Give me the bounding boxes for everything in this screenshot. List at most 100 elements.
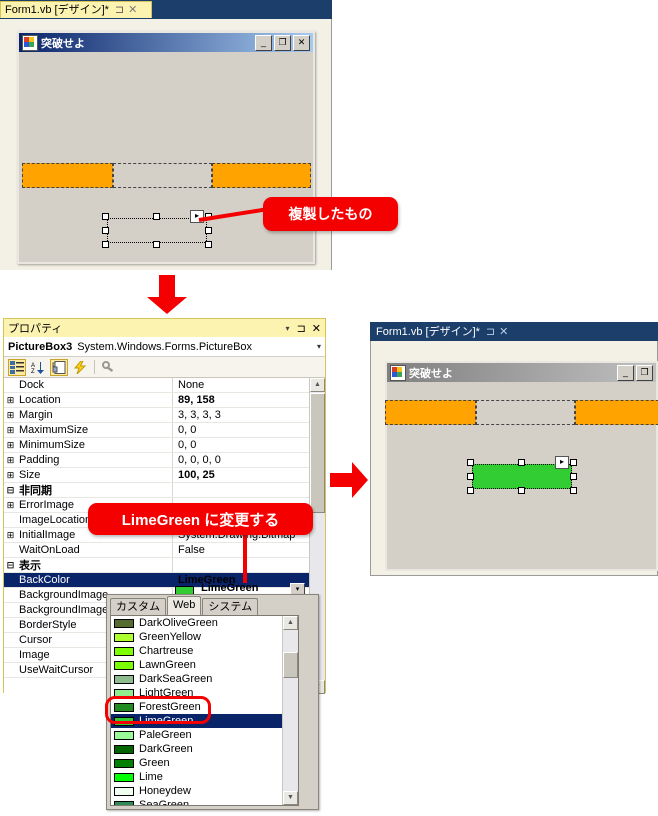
orange-bar-right[interactable]	[575, 400, 658, 425]
property-row[interactable]: Dock None	[4, 378, 309, 393]
orange-bar-left[interactable]	[22, 163, 113, 188]
expander-icon[interactable]: ⊟	[4, 485, 17, 496]
handle-s[interactable]	[153, 241, 160, 248]
handle-se[interactable]	[205, 241, 212, 248]
alphabetical-sort-button[interactable]: AZ	[29, 359, 47, 376]
close-icon[interactable]: ✕	[128, 4, 137, 16]
right-document-tab[interactable]: Form1.vb [デザイン]* ⊐ ✕	[371, 323, 511, 340]
pin-icon[interactable]: ⊐	[297, 322, 306, 335]
color-list-item[interactable]: PaleGreen	[111, 728, 282, 742]
property-value[interactable]: 0, 0	[174, 439, 309, 451]
events-button[interactable]	[71, 359, 89, 376]
expander-icon[interactable]: ⊞	[4, 530, 17, 541]
maximize-button[interactable]: ❐	[636, 364, 653, 381]
expander-icon[interactable]: ⊞	[4, 440, 17, 451]
expander-icon[interactable]: ⊟	[4, 560, 17, 571]
properties-button[interactable]	[50, 358, 68, 376]
selected-picturebox-green[interactable]: ▸	[467, 456, 577, 494]
smart-tag-glyph[interactable]: ▸	[555, 456, 569, 469]
property-row[interactable]: ⊞ Size 100, 25	[4, 468, 309, 483]
property-row[interactable]: ⊟ 非同期	[4, 483, 309, 498]
color-list-item[interactable]: Chartreuse	[111, 644, 282, 658]
scrollbar-thumb[interactable]	[310, 393, 325, 513]
close-button[interactable]: ✕	[293, 34, 310, 51]
color-list-items[interactable]: DarkOliveGreen GreenYellow Chartreuse LawnG…	[111, 616, 282, 805]
expander-icon[interactable]: ⊞	[4, 455, 17, 466]
handle-nw[interactable]	[467, 459, 474, 466]
pin-icon[interactable]: ⊐	[486, 326, 495, 338]
handle-sw[interactable]	[467, 487, 474, 494]
handle-n[interactable]	[518, 459, 525, 466]
property-value[interactable]: 0, 0	[174, 424, 309, 436]
property-value[interactable]: 89, 158	[174, 394, 309, 406]
right-winform-canvas[interactable]: ▸	[385, 382, 658, 569]
color-list-item[interactable]: Honeydew	[111, 784, 282, 798]
handle-nw[interactable]	[102, 213, 109, 220]
property-row[interactable]: ⊞ Padding 0, 0, 0, 0	[4, 453, 309, 468]
expander-icon[interactable]: ⊞	[4, 410, 17, 421]
expander-icon[interactable]: ⊞	[4, 425, 17, 436]
color-list-item[interactable]: Lime	[111, 770, 282, 784]
scroll-up-arrow[interactable]: ▲	[310, 378, 325, 392]
handle-se[interactable]	[570, 487, 577, 494]
handle-sw[interactable]	[102, 241, 109, 248]
color-tab-1[interactable]: カスタム	[110, 598, 166, 615]
color-tab-3[interactable]: システム	[202, 598, 259, 615]
color-list-item[interactable]: Green	[111, 756, 282, 770]
expander-icon[interactable]: ⊞	[4, 500, 17, 511]
property-row[interactable]: ⊟ 表示	[4, 558, 309, 573]
expander-icon[interactable]: ⊞	[4, 395, 17, 406]
object-selector-chevron-down-icon[interactable]: ▾	[317, 342, 321, 351]
orange-bar-left[interactable]	[385, 400, 476, 425]
top-document-tab[interactable]: Form1.vb [デザイン]* ⊐ ✕	[0, 1, 152, 18]
expander-icon[interactable]: ⊞	[4, 470, 17, 481]
property-row[interactable]: WaitOnLoad False	[4, 543, 309, 558]
color-list-item[interactable]: ForestGreen	[111, 700, 282, 714]
color-list-item[interactable]: LightGreen	[111, 686, 282, 700]
property-row[interactable]: ⊞ MinimumSize 0, 0	[4, 438, 309, 453]
gray-bar-middle[interactable]	[476, 400, 575, 425]
pin-icon[interactable]: ⊐	[115, 4, 124, 16]
handle-e[interactable]	[570, 473, 577, 480]
categorized-button[interactable]	[8, 358, 26, 376]
handle-ne[interactable]	[570, 459, 577, 466]
color-list[interactable]: DarkOliveGreen GreenYellow Chartreuse LawnG…	[110, 615, 299, 806]
minimize-button[interactable]: _	[255, 34, 272, 51]
color-list-item[interactable]: LawnGreen	[111, 658, 282, 672]
properties-object-selector[interactable]: PictureBox3 System.Windows.Forms.Picture…	[4, 337, 325, 357]
properties-toolbar[interactable]: AZ	[4, 357, 325, 378]
color-list-item[interactable]: DarkSeaGreen	[111, 672, 282, 686]
selected-picturebox-empty[interactable]: ▸	[102, 210, 212, 248]
maximize-button[interactable]: ❐	[274, 34, 291, 51]
color-tab-2[interactable]: Web	[167, 596, 202, 615]
property-value[interactable]: 100, 25	[174, 469, 309, 481]
color-picker-tabs[interactable]: カスタム Web システム	[107, 595, 318, 615]
scrollbar-thumb[interactable]	[283, 652, 298, 678]
property-value[interactable]: None	[174, 379, 309, 391]
property-row[interactable]: ⊞ MaximumSize 0, 0	[4, 423, 309, 438]
right-winform-window[interactable]: 突破せよ _ ❐ ▸	[385, 361, 658, 571]
chevron-down-icon[interactable]: ▾	[286, 324, 290, 333]
color-list-item[interactable]: GreenYellow	[111, 630, 282, 644]
color-list-item[interactable]: LimeGreen	[111, 714, 282, 728]
handle-e[interactable]	[205, 227, 212, 234]
close-icon[interactable]: ✕	[312, 322, 321, 335]
property-value[interactable]: 3, 3, 3, 3	[174, 409, 309, 421]
handle-n[interactable]	[153, 213, 160, 220]
close-icon[interactable]: ✕	[499, 326, 508, 338]
property-pages-button[interactable]	[100, 359, 118, 376]
color-list-scrollbar[interactable]: ▲ ▼	[282, 616, 298, 805]
color-list-item[interactable]: SeaGreen	[111, 798, 282, 805]
property-row[interactable]: ⊞ Margin 3, 3, 3, 3	[4, 408, 309, 423]
property-row[interactable]: BackColor LimeGreen	[4, 573, 309, 588]
color-list-item[interactable]: DarkGreen	[111, 742, 282, 756]
property-row[interactable]: ⊞ Location 89, 158	[4, 393, 309, 408]
handle-w[interactable]	[467, 473, 474, 480]
scroll-up-arrow[interactable]: ▲	[283, 616, 298, 630]
handle-w[interactable]	[102, 227, 109, 234]
orange-bar-right[interactable]	[212, 163, 311, 188]
color-list-item[interactable]: DarkOliveGreen	[111, 616, 282, 630]
minimize-button[interactable]: _	[617, 364, 634, 381]
handle-s[interactable]	[518, 487, 525, 494]
property-value[interactable]: False	[174, 544, 309, 556]
